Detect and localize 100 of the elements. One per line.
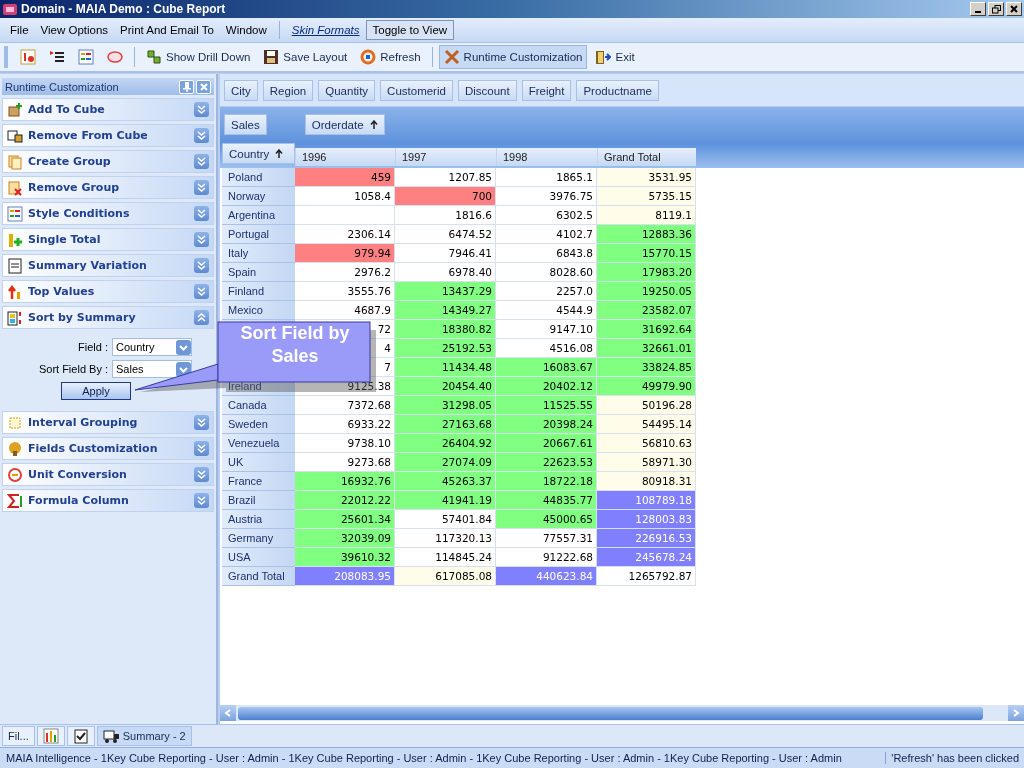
table-cell: 31692.64 xyxy=(597,320,696,339)
field-button[interactable]: Country xyxy=(222,143,295,164)
row-header: Italy xyxy=(222,244,295,263)
menu-item[interactable]: Print And Email To xyxy=(114,22,220,38)
table-cell: 2306.14 xyxy=(295,225,395,244)
table-cell: 13437.29 xyxy=(395,282,496,301)
expand-icon xyxy=(197,105,206,114)
table-cell: 4102.7 xyxy=(496,225,597,244)
expand-button[interactable] xyxy=(194,206,209,221)
field-button[interactable]: City xyxy=(224,80,258,101)
section-header[interactable]: Style Conditions xyxy=(2,202,214,225)
tab[interactable]: Fil... xyxy=(2,726,35,746)
scroll-right-button[interactable] xyxy=(1008,705,1024,721)
table-cell: 57401.84 xyxy=(395,510,496,529)
field-button[interactable]: Customerid xyxy=(380,80,453,101)
section-header[interactable]: Sort by Summary xyxy=(2,306,214,329)
field-button[interactable]: Region xyxy=(262,80,314,101)
expand-button[interactable] xyxy=(194,284,209,299)
expand-button[interactable] xyxy=(194,441,209,456)
field-button[interactable]: Sales xyxy=(224,114,267,135)
section-header[interactable]: Fields Customization xyxy=(2,437,214,460)
expand-button[interactable] xyxy=(194,467,209,482)
section-header[interactable]: Remove Group xyxy=(2,176,214,199)
section-header[interactable]: Interval Grouping xyxy=(2,411,214,434)
collapse-button[interactable] xyxy=(194,310,209,325)
fields-icon xyxy=(7,440,23,457)
tab[interactable]: Summary - 2 xyxy=(96,726,192,746)
table-cell: 31298.05 xyxy=(395,396,496,415)
table-cell: 700 xyxy=(395,187,496,206)
total-icon xyxy=(7,231,23,248)
table-cell: 1865.1 xyxy=(496,168,597,187)
apply-button[interactable]: Apply xyxy=(61,382,131,400)
field-button[interactable]: Productname xyxy=(576,80,659,101)
expand-button[interactable] xyxy=(194,154,209,169)
scroll-left-button[interactable] xyxy=(220,705,236,721)
tab[interactable] xyxy=(66,726,95,746)
expand-button[interactable] xyxy=(194,102,209,117)
section-header[interactable]: Remove From Cube xyxy=(2,124,214,147)
row-header: Austria xyxy=(222,510,295,529)
expand-button[interactable] xyxy=(194,128,209,143)
minimize-button[interactable] xyxy=(970,2,986,16)
expand-icon xyxy=(197,183,206,192)
skin-formats-link[interactable]: Skin Formats xyxy=(285,22,366,38)
table-cell: 117320.13 xyxy=(395,529,496,548)
sort-icon xyxy=(7,309,23,326)
pin-button[interactable] xyxy=(179,79,194,94)
toolbar-button[interactable]: Runtime Customization xyxy=(438,45,588,69)
menu-item[interactable]: File xyxy=(4,22,35,38)
expand-icon xyxy=(197,418,206,427)
table-cell: 6843.8 xyxy=(496,244,597,263)
section-header[interactable]: Add To Cube xyxy=(2,98,214,121)
table-cell: 17983.20 xyxy=(597,263,696,282)
expand-button[interactable] xyxy=(194,180,209,195)
app-icon xyxy=(2,2,18,16)
table-cell: 440623.84 xyxy=(496,567,597,586)
expand-icon xyxy=(197,496,206,505)
column-header: 1998 xyxy=(496,148,597,166)
table-cell: 2976.2 xyxy=(295,263,395,282)
table-cell: 245678.24 xyxy=(597,548,696,567)
table-cell: 54495.14 xyxy=(597,415,696,434)
toggle-view-button[interactable]: Toggle to View xyxy=(365,20,455,40)
scroll-thumb[interactable] xyxy=(238,706,983,720)
table-cell: 27074.09 xyxy=(395,453,496,472)
row-header: Germany xyxy=(222,529,295,548)
table-cell: 20667.61 xyxy=(496,434,597,453)
expand-icon xyxy=(197,209,206,218)
section-header[interactable]: Formula Column xyxy=(2,489,214,512)
section-header[interactable]: Unit Conversion xyxy=(2,463,214,486)
table-cell: 1265792.87 xyxy=(597,567,696,586)
section-header[interactable]: Single Total xyxy=(2,228,214,251)
field-button[interactable]: Freight xyxy=(521,80,572,101)
toolbar-button[interactable]: Refresh xyxy=(355,45,426,69)
field-button[interactable]: Quantity xyxy=(318,80,376,101)
table-cell: 979.94 xyxy=(295,244,395,263)
table-cell: 56810.63 xyxy=(597,434,696,453)
expand-button[interactable] xyxy=(194,258,209,273)
table-cell: 32661.01 xyxy=(597,339,696,358)
table-cell: 617085.08 xyxy=(395,567,496,586)
menu-item[interactable]: View Options xyxy=(34,22,115,38)
close-button[interactable] xyxy=(1006,2,1022,16)
close-icon xyxy=(199,82,208,91)
row-header: Brazil xyxy=(222,491,295,510)
dropdown[interactable]: Country xyxy=(112,338,192,356)
menu-item[interactable]: Window xyxy=(219,22,273,38)
dropdown[interactable]: Sales xyxy=(112,360,192,378)
horizontal-scrollbar[interactable] xyxy=(220,705,1024,721)
field-button[interactable]: Discount xyxy=(457,80,517,101)
expand-button[interactable] xyxy=(194,415,209,430)
toolbar-button[interactable]: Save Layout xyxy=(258,45,353,69)
section-header[interactable]: Summary Variation xyxy=(2,254,214,277)
restore-button[interactable] xyxy=(988,2,1004,16)
expand-button[interactable] xyxy=(194,232,209,247)
toolbar-button[interactable]: Exit xyxy=(590,45,640,69)
section-header[interactable]: Top Values xyxy=(2,280,214,303)
field-button[interactable]: Orderdate xyxy=(304,114,385,135)
remove-group-icon xyxy=(7,179,23,196)
section-header[interactable]: Create Group xyxy=(2,150,214,173)
table-cell: 12883.36 xyxy=(597,225,696,244)
expand-button[interactable] xyxy=(194,493,209,508)
toolbar-button[interactable]: Show Drill Down xyxy=(141,45,256,69)
